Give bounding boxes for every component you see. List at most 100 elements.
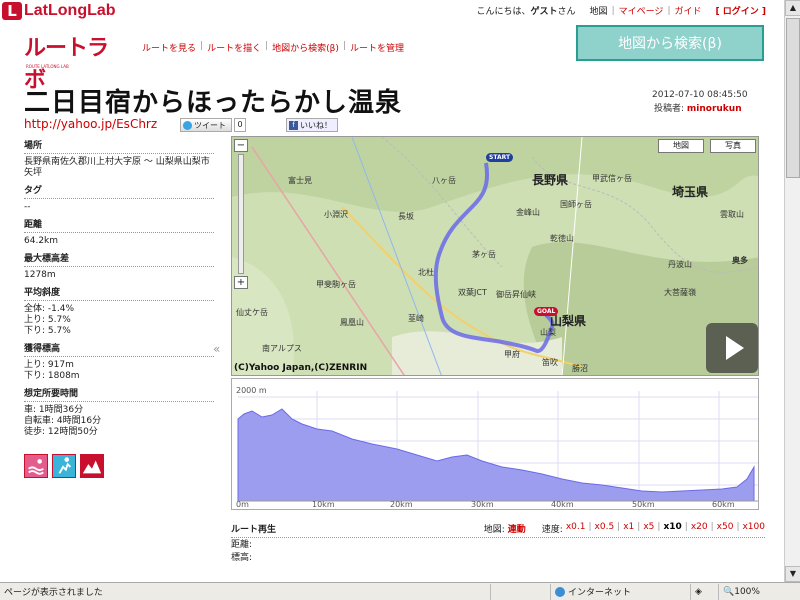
profile-x-30: 30km — [471, 500, 494, 509]
map-copyright: (C)Yahoo Japan,(C)ZENRIN — [234, 363, 368, 373]
zone-label: インターネット — [568, 588, 632, 598]
page-scrollbar[interactable]: ▲ ▼ — [784, 0, 800, 582]
map-search-button[interactable]: 地図から検索(β) — [576, 25, 764, 61]
place-kumotori: 雲取山 — [720, 210, 744, 219]
elevation-mode-icon[interactable] — [80, 454, 104, 478]
tweet-button[interactable]: ツイート — [180, 118, 232, 132]
zoom-out-button[interactable]: − — [234, 139, 248, 152]
profile-x-40: 40km — [551, 500, 574, 509]
distance-label: 距離 — [24, 217, 214, 233]
nav-guide-link[interactable]: ガイド — [674, 4, 701, 17]
poster: 投稿者: minorukun — [654, 104, 742, 114]
profile-x-0: 0m — [236, 500, 249, 509]
brand-tagline: ROUTE LATLONG LAB — [26, 64, 69, 69]
time-bike: 自転車: 4時間16分 — [24, 416, 102, 426]
zoom-in-button[interactable]: + — [234, 276, 248, 289]
globe-icon — [555, 586, 565, 597]
top-nav: こんにちは、ゲストさん 地図 | マイページ | ガイド [ ログイン ] — [476, 4, 767, 18]
place-futaba-jct: 双葉JCT — [458, 288, 487, 297]
like-label: いいね！ — [300, 120, 332, 130]
protected-mode-icon[interactable]: ◈ — [690, 583, 718, 600]
play-route-button[interactable] — [706, 323, 758, 373]
latlonglab-logo[interactable]: L LatLongLab — [2, 1, 116, 21]
place-fujimi: 富士見 — [288, 176, 312, 185]
scroll-down-icon[interactable]: ▼ — [785, 566, 800, 582]
speed-x0-5[interactable]: x0.5 — [595, 522, 615, 535]
place-katsunuma: 勝沼 — [572, 364, 588, 373]
map-view-button[interactable]: 地図 — [658, 139, 704, 153]
login-link[interactable]: [ ログイン ] — [716, 4, 767, 17]
nav-manage-routes[interactable]: ルートを管理 — [350, 41, 404, 54]
speed-x20[interactable]: x20 — [691, 522, 708, 535]
collapse-panel-icon[interactable]: « — [213, 342, 220, 356]
place-hoo: 鳳凰山 — [340, 318, 364, 327]
short-url-link[interactable]: http://yahoo.jp/EsChrz — [24, 117, 157, 131]
gain-up: 上り: 917m — [24, 360, 74, 370]
nav-map-link[interactable]: 地図 — [590, 4, 608, 17]
speed-x50[interactable]: x50 — [717, 522, 734, 535]
zoom-level[interactable]: 🔍 100% — [718, 583, 778, 600]
elevation-chart: 2000 m 0m 10km 20km 30km 40km 50km 60km — [236, 386, 758, 509]
top-header: L LatLongLab こんにちは、ゲストさん 地図 | マイページ | ガイ… — [0, 0, 784, 22]
place-kofu: 甲府 — [504, 350, 520, 359]
routelab-logo[interactable]: ルートラボ ROUTE LATLONG LAB — [24, 30, 120, 92]
scroll-thumb[interactable] — [786, 18, 800, 178]
place-kobushi: 甲武信ヶ岳 — [592, 174, 632, 183]
speed-x10[interactable]: x10 — [663, 522, 681, 535]
max-elevation-diff-label: 最大標高差 — [24, 251, 214, 267]
nav-view-routes[interactable]: ルートを見る — [142, 41, 196, 54]
nav-map-search[interactable]: 地図から検索(β) — [272, 41, 339, 54]
profile-x-20: 20km — [390, 500, 413, 509]
place-okutama: 奥多 — [732, 256, 748, 265]
map-type-switch: 地図 写真 — [658, 139, 756, 153]
time-car: 車: 1時間36分 — [24, 405, 84, 415]
place-shosenkyo: 御岳昇仙峡 — [496, 290, 536, 299]
slope-all: 全体: -1.4% — [24, 304, 75, 314]
site-nav: ルートを見る | ルートを描く | 地図から検索(β) | ルートを管理 — [142, 41, 404, 54]
photo-view-button[interactable]: 写真 — [710, 139, 756, 153]
magnifier-icon: 🔍 — [723, 586, 735, 597]
place-label: 場所 — [24, 138, 214, 154]
like-button[interactable]: f いいね！ — [286, 118, 338, 132]
travel-mode-icons — [24, 454, 104, 478]
goal-marker[interactable]: GOAL — [534, 307, 559, 316]
nav-draw-route[interactable]: ルートを描く — [207, 41, 261, 54]
play-icon — [726, 336, 744, 360]
run-mode-icon[interactable] — [52, 454, 76, 478]
place-minami-alps: 南アルプス — [262, 344, 302, 353]
speed-x100[interactable]: x100 — [742, 522, 765, 535]
nav-mypage-link[interactable]: マイページ — [619, 4, 664, 17]
place-tabayama: 丹波山 — [668, 260, 692, 269]
place-kentoku: 乾徳山 — [550, 234, 574, 243]
speed-x0-1[interactable]: x0.1 — [566, 522, 586, 535]
place-yamanashi-city: 山梨 — [540, 328, 556, 337]
place-kayagatake: 茅ヶ岳 — [472, 250, 496, 259]
route-map[interactable]: 長野県 埼玉県 山梨県 富士見 小淵沢 長坂 北杜 韮崎 甲斐駒ヶ岳 仙丈ケ岳 … — [231, 136, 759, 376]
profile-x-10: 10km — [312, 500, 335, 509]
time-walk: 徒歩: 12時間50分 — [24, 427, 98, 437]
place-fuefuki: 笛吹 — [542, 358, 558, 367]
tweet-label: ツイート — [194, 120, 226, 130]
start-marker[interactable]: START — [486, 153, 514, 162]
speed-x5[interactable]: x5 — [643, 522, 654, 535]
swim-mode-icon[interactable] — [24, 454, 48, 478]
max-elevation-diff-value: 1278m — [24, 270, 56, 280]
elevation-profile[interactable]: 2000 m 0m 10km 20km 30km 40km 50km 60km — [231, 378, 759, 510]
pref-nagano: 長野県 — [532, 173, 569, 187]
scroll-up-icon[interactable]: ▲ — [785, 0, 800, 16]
speed-x1[interactable]: x1 — [623, 522, 634, 535]
greeting: こんにちは、ゲストさん — [476, 7, 576, 17]
estimated-time-label: 想定所要時間 — [24, 386, 214, 402]
tag-label: タグ — [24, 183, 214, 199]
post-datetime: 2012-07-10 08:45:50 — [652, 90, 748, 100]
slope-up: 上り: 5.7% — [24, 315, 71, 325]
profile-x-60: 60km — [712, 500, 735, 509]
route-info-panel: 場所 長野県南佐久郡川上村大字原 〜 山梨県山梨市矢坪 タグ -- 距離 64.2km… — [24, 138, 214, 442]
place-nagasaka: 長坂 — [398, 212, 414, 221]
poster-name-link[interactable]: minorukun — [687, 104, 742, 114]
slope-down: 下り: 5.7% — [24, 326, 71, 336]
playback-map-sync[interactable]: 連動 — [508, 522, 526, 535]
speed-label: 速度: — [541, 525, 563, 535]
zoom-slider[interactable] — [238, 154, 244, 274]
playback-options: 地図: 連動 速度: x0.1 | x0.5 | x1 | x5 | x10 | x20 |… — [483, 522, 765, 535]
